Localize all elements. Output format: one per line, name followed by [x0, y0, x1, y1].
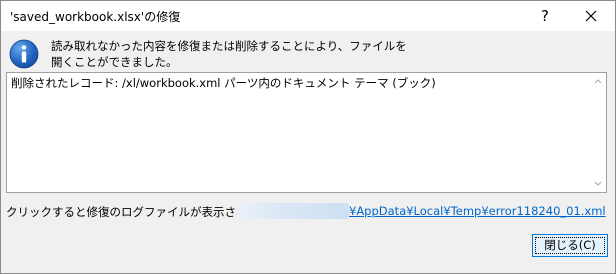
- log-file-link[interactable]: ¥AppData¥Local¥Temp¥error118240_01.xml: [349, 204, 606, 218]
- log-label: クリックすると修復のログファイルが表示されます:: [6, 205, 275, 219]
- repair-dialog: 'saved_workbook.xlsx'の修復 ? 読み取れなかった内容を修復…: [0, 0, 616, 274]
- scroll-up-icon[interactable]: [592, 75, 604, 87]
- window-close-button[interactable]: [576, 4, 606, 28]
- title-bar: 'saved_workbook.xlsx'の修復 ?: [1, 1, 615, 31]
- scroll-down-icon[interactable]: [592, 178, 604, 190]
- help-button[interactable]: ?: [531, 4, 559, 28]
- redacted-path: [237, 203, 349, 219]
- close-button[interactable]: 閉じる(C): [532, 234, 608, 257]
- window-title: 'saved_workbook.xlsx'の修復: [10, 10, 181, 24]
- details-textbox[interactable]: 削除されたレコード: /xl/workbook.xml パーツ内のドキュメント …: [6, 72, 607, 193]
- repair-message: 読み取れなかった内容を修復または削除することにより、ファイルを開くことができまし…: [51, 39, 407, 69]
- close-icon: [585, 10, 597, 22]
- details-text: 削除されたレコード: /xl/workbook.xml パーツ内のドキュメント …: [11, 76, 436, 90]
- info-icon: [9, 39, 39, 69]
